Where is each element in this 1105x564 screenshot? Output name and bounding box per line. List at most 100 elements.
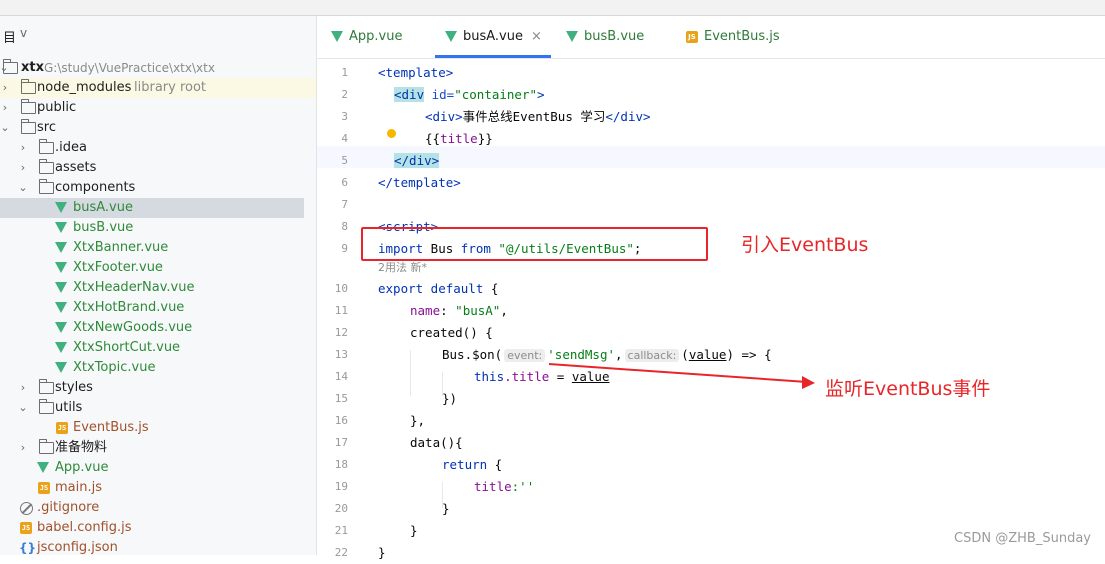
tree-item-node-modules[interactable]: › node_modules library root [0, 78, 316, 98]
tree-item-XtxTopic-vue[interactable]: XtxTopic.vue [0, 358, 316, 378]
chevron-down-icon[interactable]: ⌄ [0, 118, 11, 138]
code-line-13: Bus.$on(event:'sendMsg', callback: (value)… [442, 347, 772, 362]
code-line-6: </template> [378, 175, 461, 190]
tree-item-idea[interactable]: › .idea [0, 138, 316, 158]
code-line-3: <div>事件总线EventBus 学习</div> [425, 109, 651, 124]
lightbulb-icon[interactable] [387, 129, 396, 138]
chevron-right-icon[interactable]: › [17, 378, 29, 398]
tree-item-label: EventBus.js [73, 420, 149, 435]
line-number: 10 [334, 282, 348, 295]
tree-item-busA-vue[interactable]: busA.vue [0, 198, 304, 218]
code-line-22: } [378, 545, 386, 560]
chevron-down-icon[interactable]: ⌄ [17, 178, 29, 198]
tree-item-components[interactable]: ⌄ components [0, 178, 316, 198]
tab-app-vue[interactable]: App.vue [331, 16, 431, 58]
chevron-right-icon[interactable]: › [0, 98, 11, 118]
line-number: 20 [334, 502, 348, 515]
tree-item-EventBus-js[interactable]: JS EventBus.js [0, 418, 316, 438]
chevron-right-icon[interactable]: › [17, 438, 29, 458]
vue-file-icon [331, 31, 343, 42]
code-line-18: return { [442, 457, 503, 472]
tree-item-xtx[interactable]: ⌄ xtx G:\study\VuePractice\xtx\xtx [0, 58, 316, 78]
line-number: 13 [334, 348, 348, 361]
tree-item-src[interactable]: ⌄ src [0, 118, 316, 138]
line-number: 15 [334, 392, 348, 405]
code-editor: App.vue busA.vue × busB.vue JS EventBus.… [317, 16, 1105, 560]
folder-icon [39, 399, 54, 414]
line-number: 6 [341, 176, 348, 189]
tree-item-prep-materials[interactable]: › 准备物料 [0, 438, 316, 458]
tree-item-babel-config-js[interactable]: JS babel.config.js [0, 518, 316, 538]
folder-icon [21, 99, 36, 114]
js-file-icon: JS [56, 422, 68, 434]
tree-item-label: main.js [55, 480, 102, 495]
chevron-right-icon[interactable]: › [0, 78, 11, 98]
project-panel-title[interactable]: 目 [3, 27, 16, 46]
tree-item-label: styles [55, 380, 93, 395]
code-line-5: </div> [394, 153, 440, 168]
chevron-right-icon[interactable]: › [17, 138, 29, 158]
tree-item-XtxShortCut-vue[interactable]: XtxShortCut.vue [0, 338, 316, 358]
tree-item-label: busB.vue [73, 220, 134, 235]
tab-busA-vue[interactable]: busA.vue × [435, 16, 551, 58]
tree-item-XtxFooter-vue[interactable]: XtxFooter.vue [0, 258, 316, 278]
tree-item-label: jsconfig.json [37, 540, 118, 555]
tree-item-XtxHotBrand-vue[interactable]: XtxHotBrand.vue [0, 298, 316, 318]
tree-item-XtxNewGoods-vue[interactable]: XtxNewGoods.vue [0, 318, 316, 338]
vue-file-icon [55, 262, 67, 273]
line-number: 12 [334, 326, 348, 339]
tab-EventBus-js[interactable]: JS EventBus.js [686, 16, 806, 58]
usage-hint[interactable]: 2用法 新* [378, 259, 427, 277]
tab-label: busB.vue [584, 29, 645, 44]
tree-item-label: 准备物料 [55, 440, 108, 455]
vue-file-icon [55, 282, 67, 293]
tree-item-label: babel.config.js [37, 520, 132, 535]
code-line-11: name: "busA", [410, 303, 508, 318]
tree-item-App-vue[interactable]: App.vue [0, 458, 316, 478]
tree-item-label: .idea [55, 140, 87, 155]
tree-item-jsconfig-json[interactable]: {} jsconfig.json [0, 538, 316, 558]
line-number: 19 [334, 480, 348, 493]
tree-item-label: busA.vue [73, 200, 133, 215]
chevron-down-icon[interactable]: v [20, 26, 27, 40]
tree-item-label: node_modules [37, 80, 132, 95]
tree-item-XtxHeaderNav-vue[interactable]: XtxHeaderNav.vue [0, 278, 316, 298]
tree-item-main-js[interactable]: JS main.js [0, 478, 316, 498]
chevron-right-icon[interactable]: › [17, 158, 29, 178]
line-number: 4 [341, 132, 348, 145]
close-icon[interactable]: × [531, 16, 542, 58]
js-file-icon: JS [38, 482, 50, 494]
tree-item-busB-vue[interactable]: busB.vue [0, 218, 316, 238]
tree-item-styles[interactable]: › styles [0, 378, 316, 398]
tree-item-gitignore[interactable]: .gitignore [0, 498, 316, 518]
tree-item-XtxBanner-vue[interactable]: XtxBanner.vue [0, 238, 316, 258]
js-file-icon: JS [686, 31, 698, 43]
tree-item-hint: library root [134, 80, 207, 95]
vue-file-icon [55, 342, 67, 353]
tree-item-public[interactable]: › public [0, 98, 316, 118]
vue-file-icon [55, 302, 67, 313]
tree-item-assets[interactable]: › assets [0, 158, 316, 178]
js-file-icon: JS [20, 522, 32, 534]
project-tree: ⌄ xtx G:\study\VuePractice\xtx\xtx › nod… [0, 58, 316, 558]
line-number: 5 [341, 154, 348, 167]
chevron-down-icon[interactable]: ⌄ [17, 398, 29, 418]
tree-item-utils[interactable]: ⌄ utils [0, 398, 316, 418]
indent-guide [410, 350, 411, 396]
line-number: 2 [341, 88, 348, 101]
tree-item-path: G:\study\VuePractice\xtx\xtx [44, 61, 215, 75]
line-number: 1 [341, 66, 348, 79]
line-number: 14 [334, 370, 348, 383]
tree-item-label: public [37, 100, 77, 115]
folder-icon [39, 139, 54, 154]
project-panel-header: 目 v [0, 16, 316, 56]
tab-busB-vue[interactable]: busB.vue [566, 16, 666, 58]
watermark: CSDN @ZHB_Sunday [954, 531, 1091, 546]
editor-tab-bar: App.vue busA.vue × busB.vue JS EventBus.… [317, 16, 1105, 59]
vue-file-icon [37, 462, 49, 473]
code-line-10: export default { [378, 281, 499, 296]
tree-item-label: XtxHeaderNav.vue [73, 280, 195, 295]
tree-item-label: XtxBanner.vue [73, 240, 169, 255]
vue-file-icon [445, 31, 457, 42]
tab-label: busA.vue [463, 29, 523, 44]
